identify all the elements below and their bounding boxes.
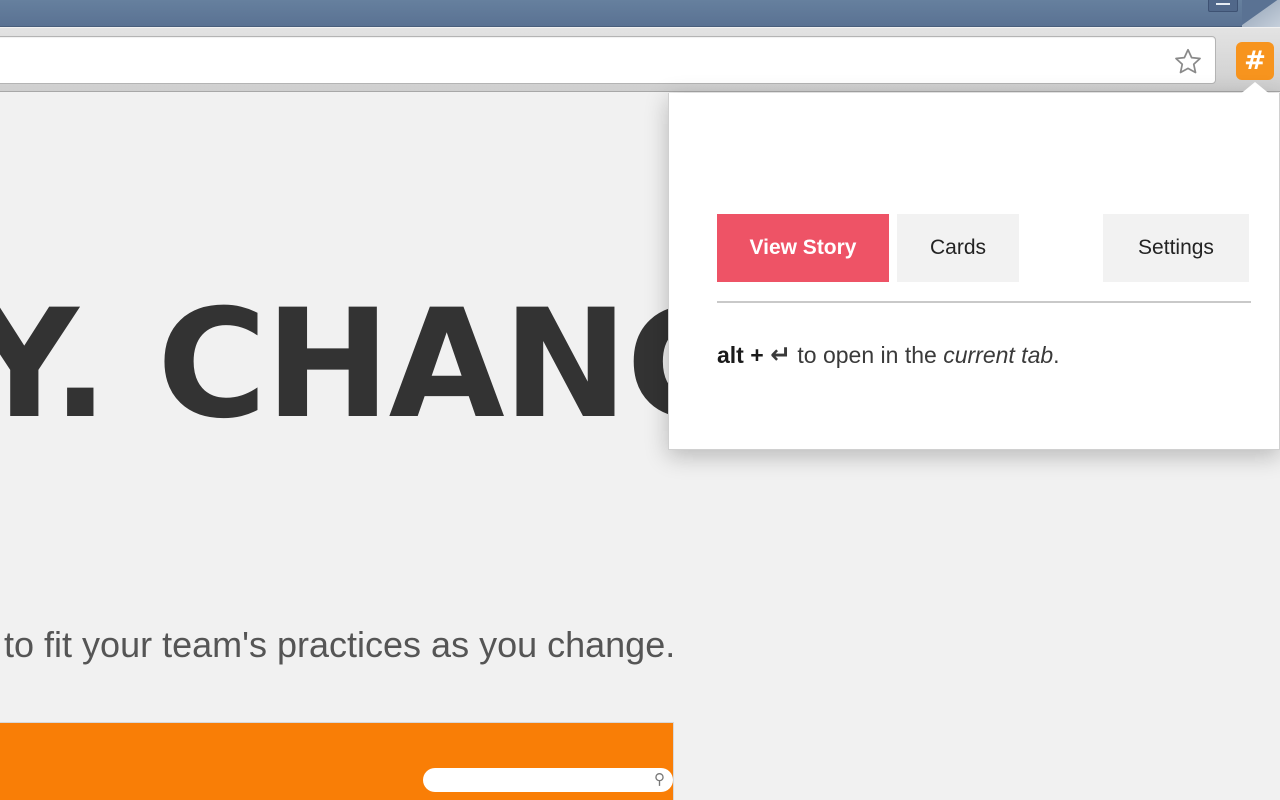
magnifier-icon: ⚲ xyxy=(654,771,665,788)
app-header-bar: ⚲ xyxy=(0,723,673,800)
hint-suffix: . xyxy=(1053,342,1060,368)
hint-middle-text: to open in the xyxy=(797,342,944,368)
window-corner-decoration xyxy=(1242,0,1280,27)
app-screenshot-image: ⚲ Murmurs* Project admin « Select tree: … xyxy=(0,722,674,800)
cards-button[interactable]: Cards xyxy=(897,214,1019,282)
extension-popup-panel: # 34 View Story Cards Settings alt + ↵ t… xyxy=(668,93,1280,450)
keyboard-hint-text: alt + ↵ to open in the current tab. xyxy=(717,340,1060,369)
window-minimize-button[interactable] xyxy=(1208,0,1238,12)
popup-action-buttons: View Story Cards Settings xyxy=(717,214,1253,282)
view-story-button[interactable]: View Story xyxy=(717,214,889,282)
popup-divider xyxy=(717,301,1251,303)
hash-icon[interactable]: # xyxy=(1236,42,1274,80)
popup-pointer-notch xyxy=(1238,82,1272,96)
settings-button[interactable]: Settings xyxy=(1103,214,1249,282)
hint-emphasis: current tab xyxy=(943,342,1054,368)
browser-title-bar xyxy=(0,0,1280,27)
page-subheadline: le to fit your team's practices as you c… xyxy=(0,624,676,665)
star-icon[interactable] xyxy=(1171,44,1205,78)
app-search-input[interactable]: ⚲ xyxy=(423,768,673,792)
address-bar[interactable] xyxy=(0,36,1216,84)
hint-key-combo: alt + xyxy=(717,342,764,368)
browser-toolbar xyxy=(0,28,1280,92)
enter-key-icon: ↵ xyxy=(770,340,792,369)
